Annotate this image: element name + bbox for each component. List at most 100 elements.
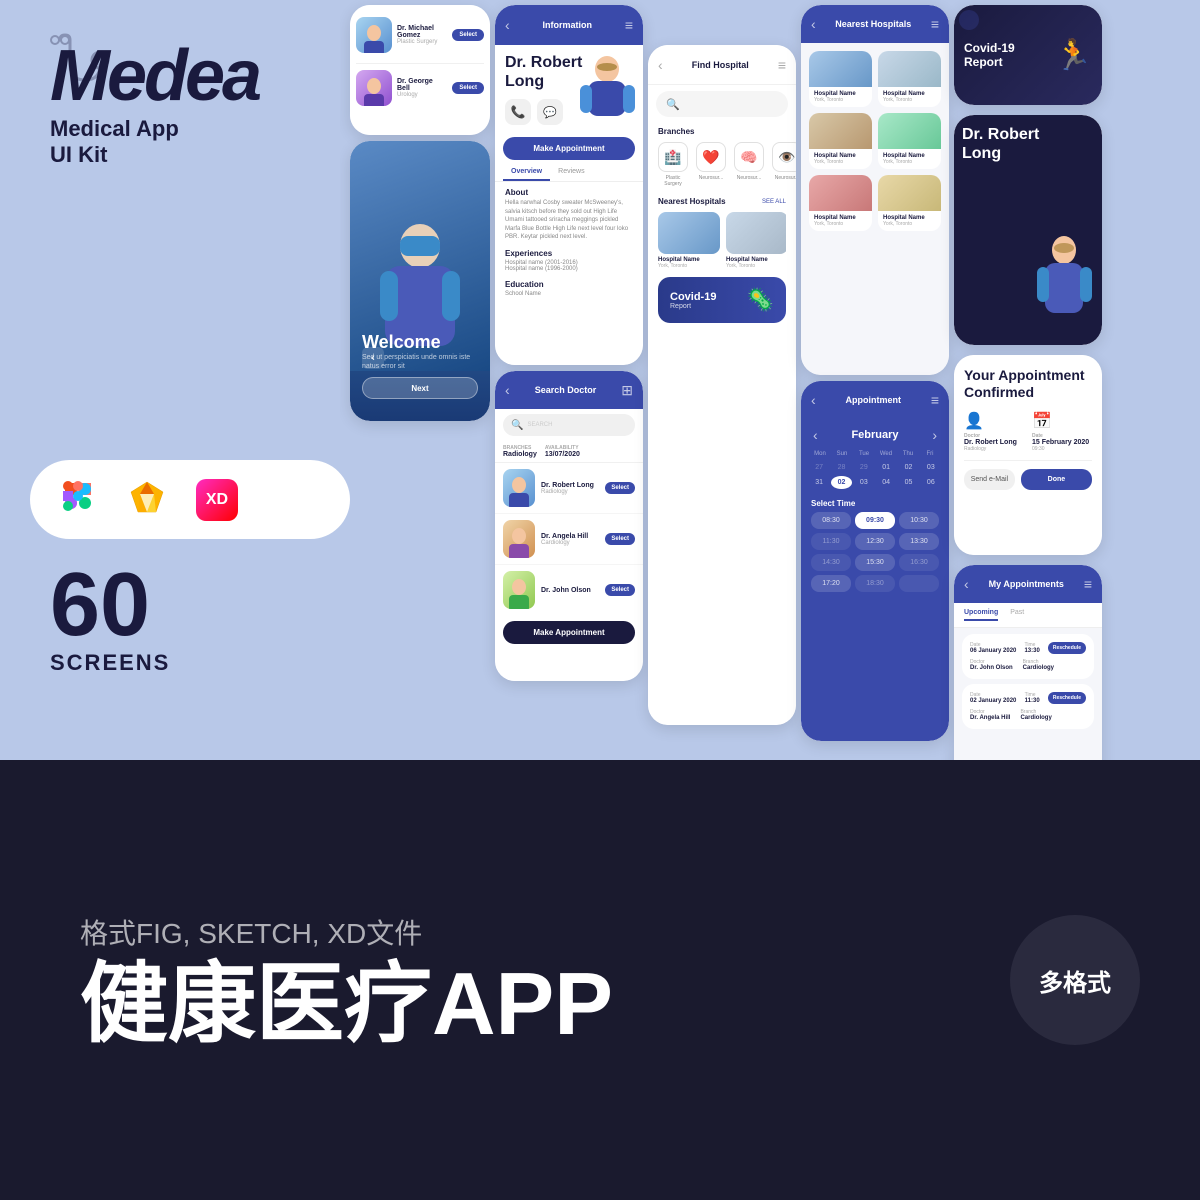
done-btn[interactable]: Done [1021, 469, 1092, 490]
phone-col-3: ‹ Find Hospital ≡ 🔍 Branches [648, 5, 796, 725]
select-btn-1[interactable]: Select [452, 29, 484, 41]
filter-icon-5[interactable]: ⊞ [621, 382, 633, 399]
search-doctor-header: ‹ Search Doctor ⊞ [495, 371, 643, 409]
hosp-grid-1[interactable]: Hospital NameYork, Toronto [809, 51, 872, 107]
branch-neuro[interactable]: 🧠 Neurosur... [734, 142, 764, 187]
phone2-header: ‹ Information ≡ [495, 5, 643, 45]
bottom-main-text: 健康医疗APP [80, 960, 613, 1048]
doctor-avatar-2 [356, 70, 392, 106]
phone-col-5: Covid-19Report 🏃 Dr. RobertLong [954, 5, 1102, 760]
education-section: Education School Name [495, 276, 643, 301]
sketch-icon [128, 478, 166, 521]
hosp-grid-5[interactable]: Hospital NameYork, Toronto [809, 175, 872, 231]
month-nav: ‹ February › [801, 419, 949, 451]
bottom-section: 格式FIG, SKETCH, XD文件 健康医疗APP 多格式 [0, 760, 1200, 1200]
branch-eye[interactable]: 👁️ Neurosur... [772, 142, 796, 187]
doctor-info-conf: 👤 Doctor Dr. Robert Long Radiology [964, 411, 1024, 452]
screens-count-area: 60 SCREENS [50, 560, 170, 676]
calendar-conf-icon: 📅 [1032, 411, 1092, 431]
doctor-list: Dr. Robert Long Radiology Select Dr. Ang… [495, 463, 643, 615]
reschedule-btn-2[interactable]: Reschedule [1048, 692, 1086, 704]
doc-info-5-1: Dr. Robert Long Radiology [541, 482, 599, 495]
select-doc-2[interactable]: Select [605, 533, 635, 545]
prev-month[interactable]: ‹ [813, 427, 818, 443]
phones-showcase: Dr. Michael Gomez Plastic Surgery Select… [340, 0, 1200, 760]
select-doc-3[interactable]: Select [605, 584, 635, 596]
dr-overlay-card: Dr. RobertLong [962, 125, 1094, 163]
hospital-cards-row: Hospital Name York, Toronto Hospital Nam… [658, 212, 786, 269]
doctor-illustration [580, 51, 635, 116]
multi-format-text: 多格式 [1039, 963, 1111, 998]
hospital-card-2[interactable]: Hospital Name York, Toronto [726, 212, 786, 269]
logo-wrapper: Medea [50, 40, 259, 112]
search-bar-3[interactable]: 🔍 [656, 91, 788, 117]
reschedule-btn-1[interactable]: Reschedule [1048, 642, 1086, 654]
hosp-grid-6[interactable]: Hospital NameYork, Toronto [878, 175, 941, 231]
find-hospital-header: ‹ Find Hospital ≡ [648, 45, 796, 85]
hospital-card-1[interactable]: Hospital Name York, Toronto [658, 212, 720, 269]
make-appt-btn-5[interactable]: Make Appointment [503, 621, 635, 644]
experiences-section: Experiences Hospital name (2001-2016) Ho… [495, 245, 643, 276]
back-arrow-4[interactable]: ‹ [811, 16, 816, 32]
appointment-card-1: Date 06 January 2020 Time 13:30 Reschedu… [962, 634, 1094, 679]
phone-confirmation: Dr. RobertLong [954, 115, 1102, 345]
appointment-card-2: Date 02 January 2020 Time 11:30 Reschedu… [962, 684, 1094, 729]
message-icon[interactable]: 💬 [537, 99, 563, 125]
covid-icon: 🦠 [747, 287, 774, 313]
menu-icon-6[interactable]: ≡ [931, 392, 939, 408]
tools-area: XD [30, 460, 350, 539]
phone-col-4: ‹ Nearest Hospitals ≡ Hospital NameYork,… [801, 5, 949, 741]
tools-box: XD [30, 460, 350, 539]
avail-filter: AVAILABILITY 13/07/2020 [545, 445, 580, 458]
back-arrow-5[interactable]: ‹ [505, 382, 510, 398]
brand-subtitle: Medical App UI Kit [50, 116, 330, 168]
hosp-grid-3[interactable]: Hospital NameYork, Toronto [809, 113, 872, 169]
appt-card-2-row2: Doctor Dr. Angela Hill Branch Cardiology [970, 709, 1086, 721]
doctor-info-1: Dr. Michael Gomez Plastic Surgery [397, 25, 447, 45]
branch-plastic[interactable]: 🏥 Plastic Surgery [658, 142, 688, 187]
back-arrow-3[interactable]: ‹ [658, 57, 663, 73]
time-slots-grid: 08:30 09:30 10:30 11:30 12:30 13:30 14:3… [801, 512, 949, 592]
search-input-5[interactable]: 🔍 SEARCH [503, 414, 635, 436]
send-email-btn[interactable]: Send e-Mail [964, 469, 1015, 490]
info-tabs: Overview Reviews [495, 164, 643, 182]
doctor-list-item-2: Dr. Angela Hill Cardiology Select [495, 514, 643, 565]
brand-area: Medea Medical App UI Kit [50, 40, 330, 168]
multi-format-badge: 多格式 [1010, 915, 1140, 1045]
phone-icon[interactable]: 📞 [505, 99, 531, 125]
about-section: About Hella narwhal Cosby sweater McSwee… [495, 182, 643, 245]
branch-cardio[interactable]: ❤️ Neurosur... [696, 142, 726, 187]
doctor-item-2: Dr. George Bell Urology Select [356, 70, 484, 106]
select-doc-1[interactable]: Select [605, 482, 635, 494]
appointment-confirmed-card: Your Appointment Confirmed 👤 Doctor Dr. … [954, 355, 1102, 555]
appt-card-1-row1: Date 06 January 2020 Time 13:30 Reschedu… [970, 642, 1086, 654]
menu-icon-3[interactable]: ≡ [778, 57, 786, 73]
hosp-grid-4[interactable]: Hospital NameYork, Toronto [878, 113, 941, 169]
select-btn-2[interactable]: Select [452, 82, 484, 94]
back-arrow[interactable]: ‹ [505, 17, 510, 33]
doctor-avatar-1 [356, 17, 392, 53]
phone-search-doctor: ‹ Search Doctor ⊞ 🔍 SEARCH BRANCHES Radi… [495, 371, 643, 681]
phone-my-appointments: ‹ My Appointments ≡ Upcoming Past Date [954, 565, 1102, 760]
stethoscope-decoration [45, 30, 115, 100]
covid-banner-3[interactable]: Covid-19 Report 🦠 [658, 277, 786, 323]
back-arrow-8[interactable]: ‹ [964, 576, 969, 592]
mini-phone-doctors: Dr. Michael Gomez Plastic Surgery Select… [350, 5, 490, 135]
figma-icon [60, 478, 98, 521]
hosp-grid-2[interactable]: Hospital NameYork, Toronto [878, 51, 941, 107]
phone-hospitals-grid: ‹ Nearest Hospitals ≡ Hospital NameYork,… [801, 5, 949, 375]
menu-icon-4[interactable]: ≡ [931, 16, 939, 32]
back-arrow-6[interactable]: ‹ [811, 392, 816, 408]
xd-icon: XD [196, 479, 238, 521]
next-button[interactable]: Next [362, 377, 478, 399]
make-appointment-btn[interactable]: Make Appointment [503, 137, 635, 160]
branch-filter: BRANCHES Radiology [503, 445, 537, 458]
appointment-header: ‹ Appointment ≡ [801, 381, 949, 419]
menu-icon[interactable]: ≡ [625, 17, 633, 33]
bottom-format-text: 格式FIG, SKETCH, XD文件 [80, 912, 422, 952]
next-month[interactable]: › [932, 427, 937, 443]
menu-icon-8[interactable]: ≡ [1084, 576, 1092, 592]
nearest-header: Nearest Hospitals SEE ALL [658, 197, 786, 206]
back-button[interactable]: ‹ [362, 347, 384, 369]
my-appointments-header: ‹ My Appointments ≡ [954, 565, 1102, 603]
